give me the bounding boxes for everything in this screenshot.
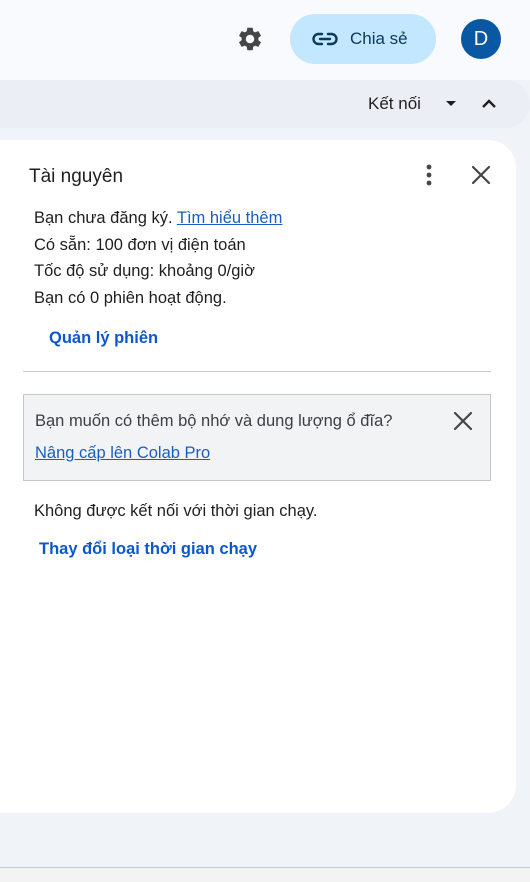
runtime-status: Không được kết nối với thời gian chạy.: [34, 502, 318, 520]
divider: [23, 371, 491, 372]
collapse-icon[interactable]: [480, 96, 498, 110]
close-icon[interactable]: [470, 164, 492, 186]
close-icon[interactable]: [453, 411, 473, 431]
connect-button[interactable]: Kết nối: [368, 94, 421, 114]
more-vert-icon[interactable]: [419, 162, 439, 188]
upgrade-link[interactable]: Nâng cấp lên Colab Pro: [35, 444, 210, 463]
usage-rate: Tốc độ sử dụng: khoảng 0/giờ: [34, 262, 255, 280]
subscription-status: Bạn chưa đăng ký. Tìm hiểu thêm: [34, 209, 282, 228]
resources-panel: Tài nguyên Bạn chưa đăng ký. Tìm hiểu th…: [0, 140, 516, 813]
compute-units: Có sẵn: 100 đơn vị điện toán: [34, 236, 246, 254]
share-button[interactable]: Chia sẻ: [290, 14, 436, 64]
dropdown-icon[interactable]: [444, 99, 458, 109]
active-sessions: Bạn có 0 phiên hoạt động.: [34, 289, 227, 307]
avatar[interactable]: D: [461, 19, 501, 59]
learn-more-link[interactable]: Tìm hiểu thêm: [177, 209, 282, 227]
change-runtime-button[interactable]: Thay đổi loại thời gian chạy: [39, 540, 257, 559]
link-icon: [312, 32, 338, 46]
settings-button[interactable]: [235, 24, 265, 54]
share-button-label: Chia sẻ: [350, 29, 408, 48]
manage-sessions-button[interactable]: Quản lý phiên: [49, 329, 158, 348]
upgrade-promo: Bạn muốn có thêm bộ nhớ và dung lượng ổ …: [23, 394, 491, 481]
panel-title: Tài nguyên: [29, 166, 124, 187]
bottom-bar: [0, 867, 530, 882]
top-bar: Chia sẻ D: [0, 0, 530, 80]
settings-icon: [239, 27, 261, 51]
subscription-text: Bạn chưa đăng ký.: [34, 209, 173, 227]
promo-text: Bạn muốn có thêm bộ nhớ và dung lượng ổ …: [35, 412, 393, 430]
